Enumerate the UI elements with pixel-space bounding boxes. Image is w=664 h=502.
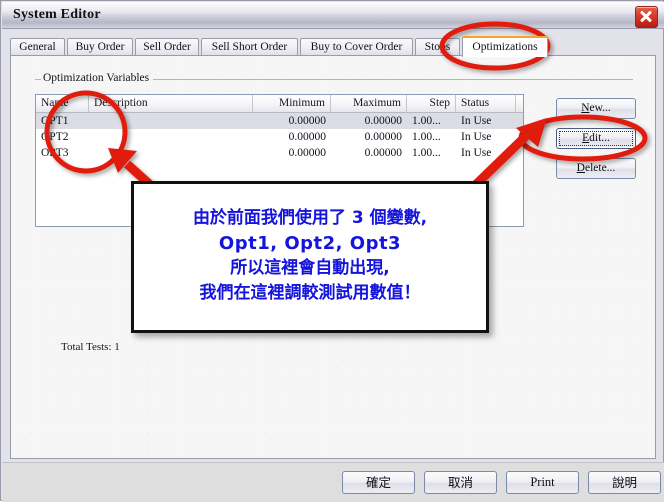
annotation-line-4: 我們在這裡調較測試用數值！ [199, 283, 421, 303]
annotation-callout-box: 由於前面我們使用了 3 個變數, Opt1, Opt2, Opt3 所以這裡會自… [131, 181, 489, 333]
dialog-button-bar: 確定 取消 Print 說明 [2, 462, 664, 502]
tab-strip: General Buy Order Sell Order Sell Short … [10, 36, 656, 57]
delete-button-accel: D [576, 162, 585, 174]
window-title: System Editor [13, 7, 101, 22]
title-bar: System Editor [2, 2, 664, 29]
cell-description [89, 113, 253, 129]
edit-button[interactable]: Edit... [556, 128, 636, 149]
cell-step: 1.00... [412, 147, 441, 159]
tab-general[interactable]: General [10, 38, 65, 56]
cell-minimum: 0.00000 [288, 115, 326, 127]
annotation-callout-text: 由於前面我們使用了 3 個變數, Opt1, Opt2, Opt3 所以這裡會自… [134, 206, 486, 306]
cell-minimum: 0.00000 [288, 131, 326, 143]
cell-status: In Use [461, 115, 492, 127]
column-header-description[interactable]: Description [89, 95, 253, 112]
table-row[interactable]: OPT2 0.00000 0.00000 1.00... In Use [36, 129, 523, 145]
cell-step: 1.00... [412, 131, 441, 143]
annotation-line-2: Opt1, Opt2, Opt3 [218, 233, 402, 254]
cell-step: 1.00... [412, 115, 441, 127]
tab-sell-short-order[interactable]: Sell Short Order [201, 38, 298, 56]
cell-description [89, 129, 253, 145]
cell-name: OPT2 [41, 131, 69, 143]
tab-buy-to-cover-order[interactable]: Buy to Cover Order [300, 38, 413, 56]
cell-minimum: 0.00000 [288, 147, 326, 159]
system-editor-window: System Editor General Buy Order Sell Ord… [0, 0, 664, 502]
cell-maximum: 0.00000 [364, 147, 402, 159]
annotation-line-1: 由於前面我們使用了 3 個變數, [192, 208, 428, 228]
close-icon[interactable] [635, 6, 658, 28]
cell-maximum: 0.00000 [364, 131, 402, 143]
edit-button-label: dit... [589, 132, 610, 144]
group-title: Optimization Variables [41, 72, 154, 84]
total-tests-label: Total Tests: 1 [61, 341, 120, 353]
tab-sell-order[interactable]: Sell Order [135, 38, 199, 56]
cell-name: OPT1 [41, 115, 69, 127]
cell-name: OPT3 [41, 147, 69, 159]
print-button[interactable]: Print [506, 471, 579, 494]
column-header-minimum[interactable]: Minimum [253, 95, 331, 112]
column-header-maximum[interactable]: Maximum [331, 95, 407, 112]
delete-button-label: elete... [584, 162, 616, 174]
column-header-step[interactable]: Step [407, 95, 456, 112]
cell-maximum: 0.00000 [364, 115, 402, 127]
ok-button[interactable]: 確定 [342, 471, 415, 494]
cell-status: In Use [461, 147, 492, 159]
tab-optimizations[interactable]: Optimizations [462, 36, 548, 57]
annotation-line-3: 所以這裡會自動出現, [230, 258, 390, 278]
tab-buy-order[interactable]: Buy Order [67, 38, 133, 56]
cell-description [89, 145, 253, 161]
new-button-accel: N [581, 102, 590, 114]
new-button-label: ew... [589, 102, 611, 114]
table-row[interactable]: OPT1 0.00000 0.00000 1.00... In Use [36, 113, 523, 129]
new-button[interactable]: New... [556, 98, 636, 119]
cell-status: In Use [461, 131, 492, 143]
tab-stops[interactable]: Stops [415, 38, 460, 56]
delete-button[interactable]: Delete... [556, 158, 636, 179]
table-header-row: Name Description Minimum Maximum Step St… [36, 95, 523, 113]
column-header-status[interactable]: Status [456, 95, 516, 112]
help-button[interactable]: 說明 [588, 471, 661, 494]
cancel-button[interactable]: 取消 [424, 471, 497, 494]
table-row[interactable]: OPT3 0.00000 0.00000 1.00... In Use [36, 145, 523, 161]
column-header-name[interactable]: Name [36, 95, 89, 112]
